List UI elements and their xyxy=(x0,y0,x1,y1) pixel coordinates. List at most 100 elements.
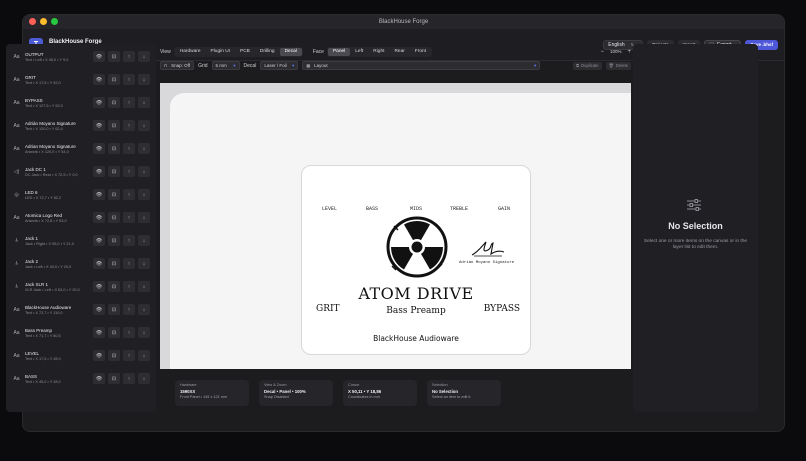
visibility-eye-icon[interactable]: 👁 xyxy=(93,97,105,108)
move-down-arrow-icon[interactable]: ↓ xyxy=(138,350,150,361)
lock-icon[interactable]: ⊡ xyxy=(108,258,120,269)
lock-icon[interactable]: ⊡ xyxy=(108,327,120,338)
layer-row[interactable]: ⫰ Jack 1 Jack • Right • X 95,0 • Y 21,0 👁 ⊡ ↑… xyxy=(9,231,153,250)
lock-icon[interactable]: ⊡ xyxy=(108,350,120,361)
design-canvas[interactable]: LEVEL BASS MIDS TREBLE GAIN Adrián Moyan… xyxy=(160,83,631,369)
pedal-front-panel[interactable]: LEVEL BASS MIDS TREBLE GAIN Adrián Moyan… xyxy=(301,165,531,355)
knob-label-treble[interactable]: TREBLE xyxy=(450,206,468,212)
move-up-arrow-icon[interactable]: ↑ xyxy=(123,143,135,154)
visibility-eye-icon[interactable]: 👁 xyxy=(93,281,105,292)
visibility-eye-icon[interactable]: 👁 xyxy=(93,51,105,62)
move-up-arrow-icon[interactable]: ↑ xyxy=(123,212,135,223)
lock-icon[interactable]: ⊡ xyxy=(108,189,120,200)
grid-select[interactable]: 5 mm ▾ xyxy=(211,61,240,70)
move-up-arrow-icon[interactable]: ↑ xyxy=(123,166,135,177)
move-down-arrow-icon[interactable]: ↓ xyxy=(138,189,150,200)
layer-row[interactable]: Aa OUTPUT Text • Left • X 45,0 • Y 9,0 👁 ⊡ ↑ ↓ xyxy=(9,47,153,66)
lock-icon[interactable]: ⊡ xyxy=(108,97,120,108)
layer-row[interactable]: Aa Bass Preamp Text • X 71,7 • Y 80,5 👁 ⊡ ↑ ↓ xyxy=(9,323,153,342)
visibility-eye-icon[interactable]: 👁 xyxy=(93,143,105,154)
move-up-arrow-icon[interactable]: ↑ xyxy=(123,281,135,292)
lock-icon[interactable]: ⊡ xyxy=(108,235,120,246)
layer-row[interactable]: ⫰ Jack 2 Jack • Left • X 40,0 • Y 20,0 👁 ⊡ ↑ ↓ xyxy=(9,254,153,273)
knob-label-level[interactable]: LEVEL xyxy=(322,206,337,212)
layer-row[interactable]: ◎ LED 6 LED • X 72,7 • Y 62,2 👁 ⊡ ↑ ↓ xyxy=(9,185,153,204)
maximize-window-button[interactable] xyxy=(51,18,58,25)
layout-select[interactable]: ▦ Layout ▾ xyxy=(302,61,541,70)
layer-row[interactable]: Aa BASS Text • X 45,0 • Y 28,0 👁 ⊡ ↑ ↓ xyxy=(9,369,153,388)
move-up-arrow-icon[interactable]: ↑ xyxy=(123,120,135,131)
layer-row[interactable]: Aa Adrian Moyano Signature Artwork • X 120… xyxy=(9,139,153,158)
move-up-arrow-icon[interactable]: ↑ xyxy=(123,235,135,246)
layer-row[interactable]: Aa LEVEL Text • X 17,5 • Y 28,0 👁 ⊡ ↑ ↓ xyxy=(9,346,153,365)
lock-icon[interactable]: ⊡ xyxy=(108,212,120,223)
move-down-arrow-icon[interactable]: ↓ xyxy=(138,166,150,177)
view-tab-decal[interactable]: Decal xyxy=(279,47,302,56)
lock-icon[interactable]: ⊡ xyxy=(108,74,120,85)
signature-text[interactable]: Adrián Moyano Signature xyxy=(459,261,514,265)
layer-row[interactable]: Aa Atomica Logo Red Artwork • X 72,8 • Y 5… xyxy=(9,208,153,227)
face-tab-right[interactable]: Right xyxy=(368,48,389,56)
visibility-eye-icon[interactable]: 👁 xyxy=(93,166,105,177)
visibility-eye-icon[interactable]: 👁 xyxy=(93,373,105,384)
snap-toggle[interactable]: ⊓ Snap: Off xyxy=(160,61,195,70)
visibility-eye-icon[interactable]: 👁 xyxy=(93,235,105,246)
move-up-arrow-icon[interactable]: ↑ xyxy=(123,258,135,269)
lock-icon[interactable]: ⊡ xyxy=(108,143,120,154)
delete-button[interactable]: 🗑 Delete xyxy=(605,61,631,70)
lock-icon[interactable]: ⊡ xyxy=(108,51,120,62)
move-down-arrow-icon[interactable]: ↓ xyxy=(138,304,150,315)
layer-row[interactable]: Aa BlackHouse Audioware Text • X 72,7 • Y … xyxy=(9,300,153,319)
visibility-eye-icon[interactable]: 👁 xyxy=(93,120,105,131)
move-down-arrow-icon[interactable]: ↓ xyxy=(138,327,150,338)
move-up-arrow-icon[interactable]: ↑ xyxy=(123,97,135,108)
move-up-arrow-icon[interactable]: ↑ xyxy=(123,51,135,62)
close-window-button[interactable] xyxy=(29,18,36,25)
move-up-arrow-icon[interactable]: ↑ xyxy=(123,350,135,361)
view-tab-hardware[interactable]: Hardware xyxy=(175,48,206,56)
move-down-arrow-icon[interactable]: ↓ xyxy=(138,120,150,131)
lock-icon[interactable]: ⊡ xyxy=(108,304,120,315)
face-tab-front[interactable]: Front xyxy=(410,48,431,56)
layer-row[interactable]: ◁) Jack DC 1 DC Jack • Rear • X 72,5 • Y 0… xyxy=(9,162,153,181)
layer-row[interactable]: Aa Adrián Moyano Signature Text • X 120,0 … xyxy=(9,116,153,135)
pedal-title[interactable]: ATOM DRIVE xyxy=(302,284,530,303)
face-tab-left[interactable]: Left xyxy=(350,48,368,56)
knob-label-gain[interactable]: GAIN xyxy=(498,206,510,212)
move-down-arrow-icon[interactable]: ↓ xyxy=(138,97,150,108)
grit-label[interactable]: GRIT xyxy=(316,304,340,314)
knob-label-bass[interactable]: BASS xyxy=(366,206,378,212)
duplicate-button[interactable]: ⧉ Duplicate xyxy=(573,61,602,70)
visibility-eye-icon[interactable]: 👁 xyxy=(93,350,105,361)
move-down-arrow-icon[interactable]: ↓ xyxy=(138,51,150,62)
visibility-eye-icon[interactable]: 👁 xyxy=(93,258,105,269)
visibility-eye-icon[interactable]: 👁 xyxy=(93,74,105,85)
bypass-label[interactable]: BYPASS xyxy=(484,304,520,314)
radiation-logo-icon[interactable] xyxy=(384,216,450,278)
brand-label[interactable]: BlackHouse Audioware xyxy=(302,334,530,343)
decal-select[interactable]: Laser / Foil ▾ xyxy=(260,61,299,70)
move-down-arrow-icon[interactable]: ↓ xyxy=(138,74,150,85)
move-up-arrow-icon[interactable]: ↑ xyxy=(123,373,135,384)
move-up-arrow-icon[interactable]: ↑ xyxy=(123,74,135,85)
view-tab-pcb[interactable]: PCB xyxy=(235,48,255,56)
signature-artwork[interactable] xyxy=(468,238,508,260)
face-tab-panel[interactable]: Panel xyxy=(327,47,351,56)
move-up-arrow-icon[interactable]: ↑ xyxy=(123,304,135,315)
view-tab-drilling[interactable]: Drilling xyxy=(255,48,280,56)
move-down-arrow-icon[interactable]: ↓ xyxy=(138,235,150,246)
lock-icon[interactable]: ⊡ xyxy=(108,166,120,177)
layer-row[interactable]: Aa BYPASS Text • X 127,5 • Y 92,0 👁 ⊡ ↑ ↓ xyxy=(9,93,153,112)
knob-label-mids[interactable]: MIDS xyxy=(410,206,422,212)
minimize-window-button[interactable] xyxy=(40,18,47,25)
move-down-arrow-icon[interactable]: ↓ xyxy=(138,281,150,292)
move-down-arrow-icon[interactable]: ↓ xyxy=(138,212,150,223)
visibility-eye-icon[interactable]: 👁 xyxy=(93,304,105,315)
move-down-arrow-icon[interactable]: ↓ xyxy=(138,143,150,154)
lock-icon[interactable]: ⊡ xyxy=(108,373,120,384)
lock-icon[interactable]: ⊡ xyxy=(108,281,120,292)
visibility-eye-icon[interactable]: 👁 xyxy=(93,212,105,223)
view-tab-plugin-ui[interactable]: Plugin UI xyxy=(206,48,235,56)
move-up-arrow-icon[interactable]: ↑ xyxy=(123,189,135,200)
layer-row[interactable]: Aa GRIT Text • X 17,5 • Y 92,0 👁 ⊡ ↑ ↓ xyxy=(9,70,153,89)
